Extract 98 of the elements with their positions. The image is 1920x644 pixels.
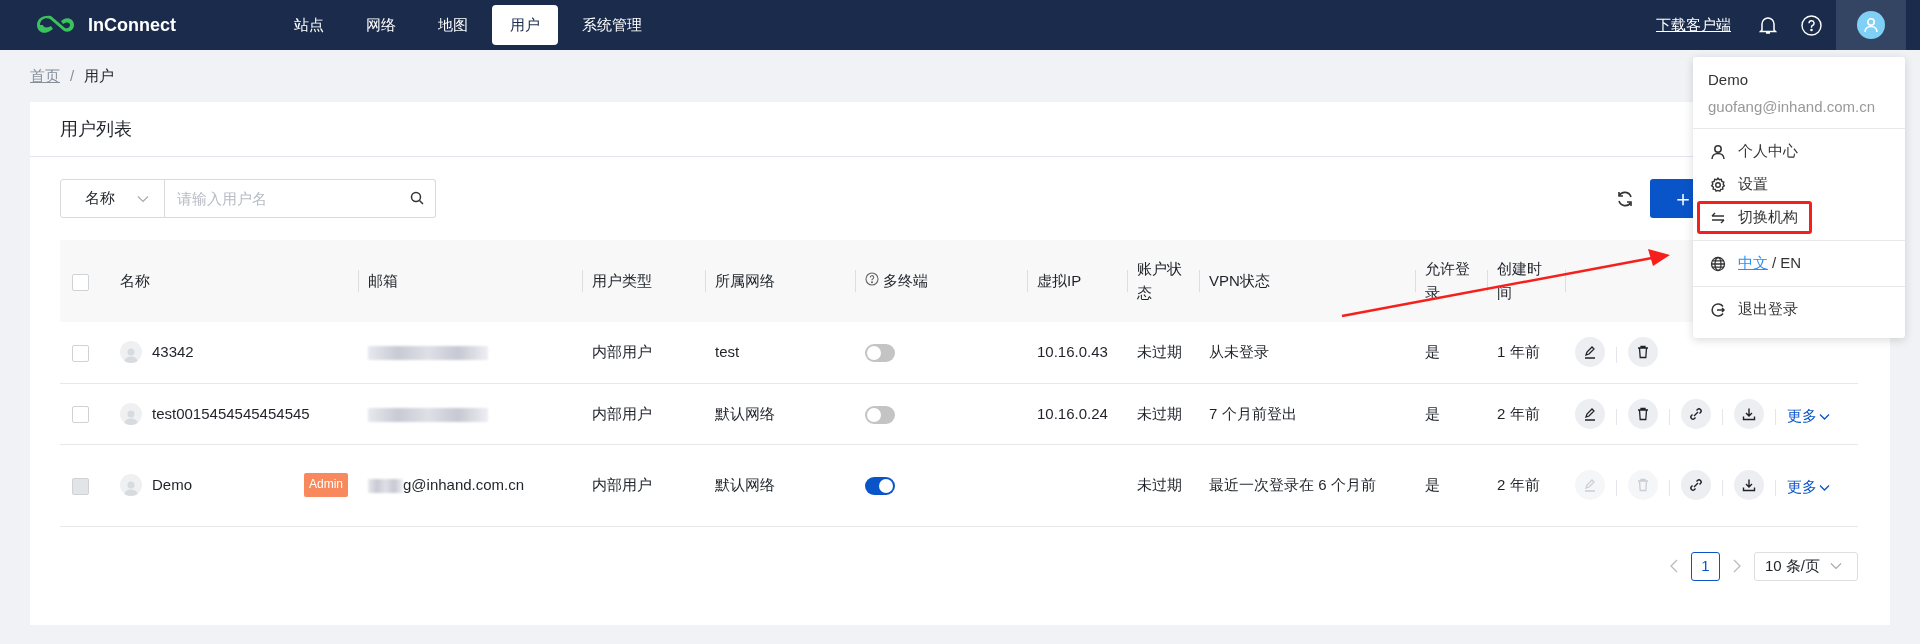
table-cell: 是 <box>1425 476 1440 493</box>
nav-tab[interactable]: 地图 <box>420 4 486 46</box>
page-number[interactable]: 1 <box>1691 551 1720 581</box>
settings-icon <box>1710 176 1726 193</box>
table-cell: 内部用户 <box>592 404 652 422</box>
edit-button[interactable] <box>1575 337 1605 368</box>
user-name: Demo <box>152 475 193 495</box>
nav-tab[interactable]: 系统管理 <box>564 4 660 46</box>
chevron-down-icon <box>1830 562 1843 570</box>
menu-user-name: Demo <box>1707 70 1749 90</box>
table-cell: 是 <box>1425 343 1440 361</box>
download-client-link[interactable]: 下载客户端 <box>1656 13 1731 37</box>
toggle-switch[interactable] <box>865 477 895 496</box>
delete-button[interactable] <box>1628 398 1658 429</box>
email-text: g@inhand.com.cn <box>403 476 525 493</box>
column-header: 用户类型 <box>592 272 652 289</box>
breadcrumb-item: 用户 <box>84 65 115 86</box>
table-cell: 1 年前 <box>1497 343 1540 361</box>
table-cell: 10.16.0.24 <box>1037 404 1108 422</box>
table-cell: 2 年前 <box>1497 476 1540 493</box>
breadcrumb-separator: / <box>70 65 75 86</box>
chevron-down-icon <box>137 194 149 203</box>
globe-icon <box>1710 255 1726 272</box>
user-name: 43342 <box>152 342 195 363</box>
table-cell: 从未登录 <box>1209 343 1269 361</box>
menu-user-email: guofang@inhand.com.cn <box>1707 96 1876 117</box>
menu-item[interactable]: 退出登录 <box>1697 293 1901 326</box>
pencil-icon <box>1583 345 1597 360</box>
language-option[interactable]: EN <box>1780 252 1801 275</box>
download-icon <box>1742 478 1756 492</box>
nav-tab[interactable]: 网络 <box>348 4 414 46</box>
column-header: 邮箱 <box>368 272 398 289</box>
trash-icon <box>1636 478 1650 492</box>
person-icon <box>1710 143 1726 160</box>
toggle-switch[interactable] <box>865 344 895 363</box>
avatar-icon <box>120 341 142 364</box>
column-header: 创建时间 <box>1497 260 1542 301</box>
brand-name: InConnect <box>88 13 176 37</box>
table-cell: 内部用户 <box>592 343 652 361</box>
table-cell: 未过期 <box>1137 343 1182 361</box>
table-cell: 最近一次登录在 6 个月前 <box>1209 476 1376 493</box>
column-header: 所属网络 <box>715 272 775 289</box>
download-button[interactable] <box>1734 398 1764 429</box>
column-header: 名称 <box>120 272 150 289</box>
menu-item[interactable]: 切换机构 <box>1697 201 1812 234</box>
pencil-icon <box>1583 478 1597 492</box>
field-select[interactable]: 名称 <box>60 179 165 218</box>
link-icon <box>1689 406 1703 421</box>
table-cell: test <box>715 343 740 361</box>
more-link[interactable]: 更多 <box>1787 406 1830 424</box>
table-cell: 内部用户 <box>592 476 652 493</box>
edit-button[interactable] <box>1575 398 1605 429</box>
download-button[interactable] <box>1734 470 1764 500</box>
avatar-icon <box>120 402 142 425</box>
trash-icon <box>1636 345 1650 360</box>
search-icon <box>410 191 424 205</box>
refresh-icon[interactable] <box>1616 189 1634 208</box>
link-button[interactable] <box>1681 470 1711 500</box>
table-cell: 10.16.0.43 <box>1037 343 1108 361</box>
table-cell: 2 年前 <box>1497 404 1540 422</box>
avatar-icon <box>120 474 142 496</box>
table-cell: 是 <box>1425 404 1440 422</box>
user-avatar-button[interactable] <box>1836 0 1906 50</box>
chevron-down-icon <box>1819 412 1830 421</box>
trash-icon <box>1636 406 1650 421</box>
language-separator: / <box>1772 253 1777 274</box>
row-checkbox[interactable] <box>72 406 89 424</box>
table-cell: 默认网络 <box>715 404 775 422</box>
table-cell: 未过期 <box>1137 404 1182 422</box>
table-cell: 默认网络 <box>715 476 775 493</box>
user-name: test0015454545454545 <box>152 403 311 424</box>
nav-tab[interactable]: 用户 <box>492 4 558 46</box>
more-link[interactable]: 更多 <box>1787 478 1830 495</box>
delete-button[interactable] <box>1628 337 1658 368</box>
card-title: 用户列表 <box>60 117 132 141</box>
search-field[interactable]: 请输入用户名 <box>165 179 436 218</box>
row-checkbox[interactable] <box>72 344 89 362</box>
avatar-icon <box>1857 11 1885 39</box>
link-icon <box>1689 478 1703 492</box>
logout-icon <box>1710 301 1726 318</box>
download-icon <box>1742 406 1756 421</box>
select-all-checkbox[interactable] <box>72 273 89 291</box>
bell-icon[interactable] <box>1759 15 1777 35</box>
chevron-down-icon <box>1819 484 1830 493</box>
table-cell: 7 个月前登出 <box>1209 404 1297 422</box>
column-header: 虚拟IP <box>1037 272 1082 289</box>
toggle-switch[interactable] <box>865 405 895 424</box>
page-size-select[interactable]: 10 条/页 <box>1754 551 1858 581</box>
column-header: 多终端 <box>883 272 928 289</box>
pencil-icon <box>1583 406 1597 421</box>
link-button[interactable] <box>1681 398 1711 429</box>
menu-item[interactable]: 设置 <box>1697 168 1901 201</box>
menu-item[interactable]: 个人中心 <box>1697 135 1901 168</box>
nav-tab[interactable]: 站点 <box>276 4 342 46</box>
admin-badge: Admin <box>304 473 348 497</box>
column-header: VPN状态 <box>1209 272 1270 289</box>
column-header: 账户状态 <box>1137 260 1182 301</box>
table-cell: 未过期 <box>1137 476 1182 493</box>
